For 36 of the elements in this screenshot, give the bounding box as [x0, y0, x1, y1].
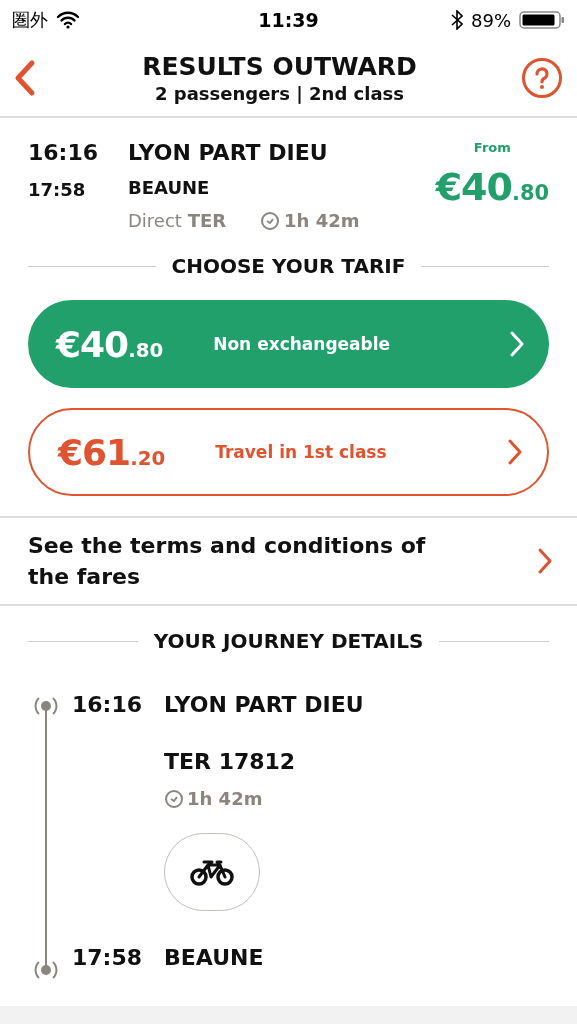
page-subtitle: 2 passengers | 2nd class: [155, 83, 404, 104]
origin-station: LYON PART DIEU: [164, 692, 364, 717]
from-label: From: [473, 140, 511, 155]
lowest-price: €40.80: [435, 165, 549, 209]
battery-percent: 89%: [471, 9, 511, 31]
tarif-price: €61.20: [58, 431, 166, 473]
train-type: Direct TER: [128, 210, 227, 231]
bluetooth-icon: [451, 10, 463, 30]
arrival-time: 17:58: [28, 179, 86, 200]
leg-duration: 1h 42m: [187, 788, 263, 809]
section-heading: YOUR JOURNEY DETAILS: [153, 629, 424, 653]
chevron-icon: [537, 547, 553, 575]
terms-link[interactable]: See the terms and conditions of the fares: [0, 516, 577, 606]
destination-station: BEAUNE: [128, 177, 210, 198]
tarif-button[interactable]: €61.20 Travel in 1st class: [28, 408, 549, 496]
chevron-icon: [507, 438, 523, 466]
battery-icon: [519, 10, 565, 30]
page-title: RESULTS OUTWARD: [142, 52, 417, 81]
help-button[interactable]: [521, 57, 563, 99]
departure-time: 16:16: [72, 692, 144, 717]
arrival-time: 17:58: [72, 945, 144, 970]
destination-station: BEAUNE: [164, 945, 264, 970]
departure-time: 16:16: [28, 140, 99, 165]
wifi-icon: [56, 11, 80, 29]
section-heading: CHOOSE YOUR TARIF: [171, 254, 406, 278]
tarif-price: €40.80: [56, 323, 164, 365]
status-time: 11:39: [258, 9, 319, 31]
clock-icon: [260, 210, 281, 231]
clock-icon: [164, 788, 184, 809]
train-number: TER 17812: [164, 749, 296, 774]
origin-station: LYON PART DIEU: [128, 140, 328, 165]
tarif-button[interactable]: €40.80 Non exchangeable: [28, 300, 549, 388]
journey-duration: 1h 42m: [284, 210, 360, 231]
chevron-icon: [509, 330, 525, 358]
carrier-text: 圏外: [12, 8, 48, 32]
bicycle-icon: [189, 858, 235, 886]
